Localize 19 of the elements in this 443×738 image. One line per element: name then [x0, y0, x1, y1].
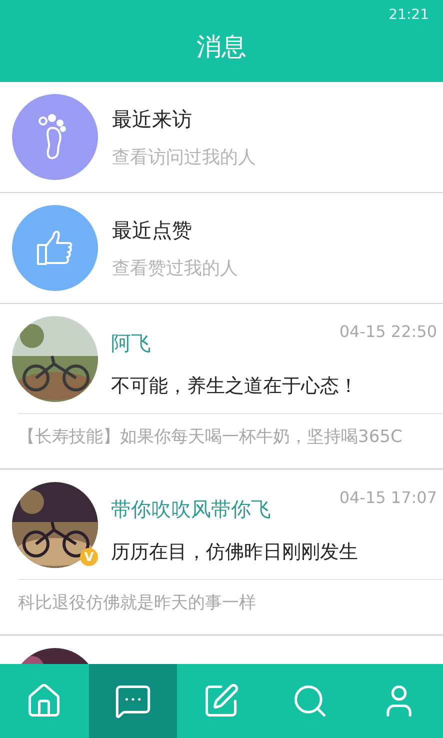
sender-name[interactable]: 阿飞	[111, 330, 151, 357]
message-text: 历历在目，仿佛昨日刚刚发生	[111, 540, 359, 565]
thumbs-up-icon	[35, 228, 75, 268]
post-preview[interactable]: 【长寿技能】如果你每天喝一杯牛奶，坚持喝365C	[0, 414, 443, 448]
status-time: 21:21	[388, 7, 429, 23]
shortcut-row[interactable]: 最近点赞 查看赞过我的人	[0, 193, 443, 304]
message-time: 04-15 22:50	[339, 322, 437, 341]
shortcut-subtitle: 查看访问过我的人	[112, 146, 256, 168]
message-text: 不可能，养生之道在于心态！	[111, 374, 359, 399]
nav-tab[interactable]	[88, 664, 178, 738]
message-time: 04-15 17:07	[339, 488, 437, 507]
verified-badge: V	[80, 548, 98, 566]
post-preview[interactable]: 科比退役仿佛就是昨天的事一样	[0, 580, 443, 614]
shortcut-title: 最近点赞	[112, 216, 193, 244]
shortcut-row[interactable]: 最近来访 查看访问过我的人	[0, 82, 443, 193]
shortcut-title: 最近来访	[112, 106, 193, 132]
sender-name[interactable]: 带你吹吹风带你飞	[111, 496, 271, 523]
shortcut-subtitle: 查看赞过我的人	[112, 256, 238, 280]
page-title: 消息	[196, 31, 246, 63]
